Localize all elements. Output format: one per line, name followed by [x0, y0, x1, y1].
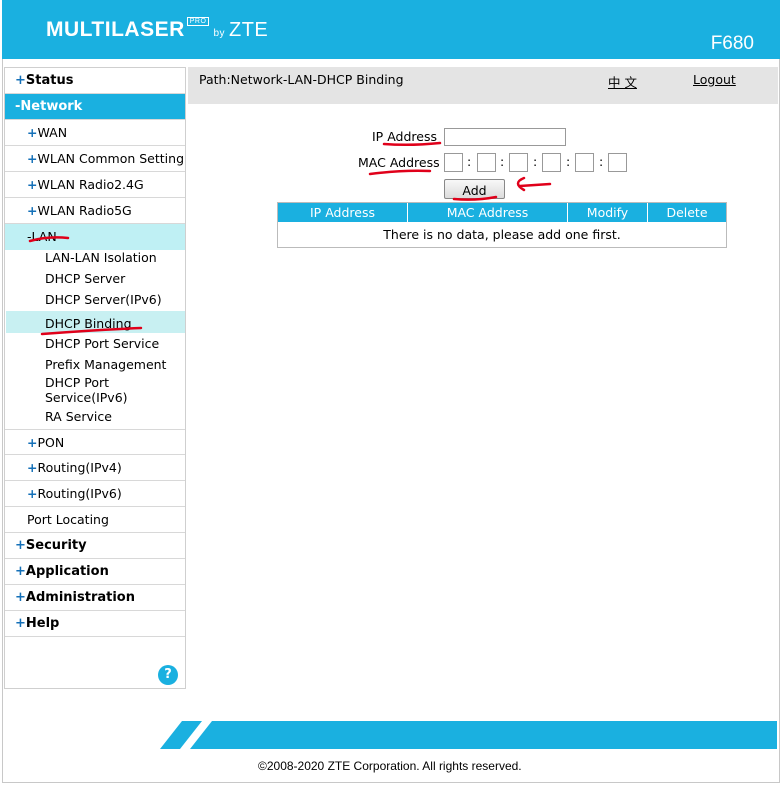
sidebar-item-routing-ipv4[interactable]: +Routing(IPv4) — [5, 455, 185, 481]
mac-separator: : — [533, 154, 538, 169]
mac-octet-1-input[interactable] — [444, 153, 463, 172]
mac-separator: : — [500, 154, 505, 169]
sidebar-item-wlan-radio-24g[interactable]: +WLAN Radio2.4G — [5, 172, 185, 198]
sidebar-item-port-locating[interactable]: Port Locating — [5, 507, 185, 533]
column-header-mac-address: MAC Address — [408, 203, 568, 222]
sidebar-item-status[interactable]: +Status — [5, 68, 185, 94]
sidebar-item-help[interactable]: +Help — [5, 611, 185, 637]
sidebar-item-wan[interactable]: +WAN — [5, 120, 185, 146]
sidebar-subitem-ra-service[interactable]: RA Service — [45, 409, 112, 424]
sidebar-subitem-prefix-management[interactable]: Prefix Management — [45, 357, 166, 372]
mac-octet-6-input[interactable] — [608, 153, 627, 172]
logout-link[interactable]: Logout — [693, 72, 736, 87]
mac-separator: : — [599, 154, 604, 169]
footer-band — [160, 721, 777, 749]
ip-address-input[interactable] — [444, 128, 566, 146]
mac-octet-2-input[interactable] — [477, 153, 496, 172]
add-button[interactable]: Add — [444, 179, 505, 199]
device-model: F680 — [710, 33, 754, 54]
sidebar-subitem-dhcp-binding[interactable]: DHCP Binding — [45, 316, 132, 331]
mac-address-label: MAC Address — [358, 155, 440, 170]
sidebar-item-wlan-radio-5g[interactable]: +WLAN Radio5G — [5, 198, 185, 224]
column-header-ip-address: IP Address — [278, 203, 408, 222]
mac-separator: : — [566, 154, 571, 169]
help-icon[interactable]: ? — [158, 665, 178, 685]
sidebar-item-wlan-common-setting[interactable]: +WLAN Common Setting — [5, 146, 185, 172]
sidebar-item-network[interactable]: -Network — [5, 94, 185, 120]
mac-octet-4-input[interactable] — [542, 153, 561, 172]
brand-logo: MULTILASER PROby ZTE — [46, 17, 269, 41]
sidebar-subitem-dhcp-server[interactable]: DHCP Server — [45, 271, 125, 286]
column-header-delete: Delete — [648, 203, 726, 222]
sidebar-item-pon[interactable]: +PON — [5, 429, 185, 455]
sidebar-item-administration[interactable]: +Administration — [5, 585, 185, 611]
sidebar-item-lan[interactable]: -LAN — [5, 224, 185, 250]
breadcrumb: Path:Network-LAN-DHCP Binding — [199, 72, 404, 87]
sidebar-item-security[interactable]: +Security — [5, 533, 185, 559]
ip-address-label: IP Address — [372, 129, 437, 144]
sidebar-subitem-dhcp-port-service-ipv6[interactable]: DHCP Port Service(IPv6) — [45, 375, 128, 405]
sidebar-subitem-lan-lan-isolation[interactable]: LAN-LAN Isolation — [45, 250, 157, 265]
path-bar: Path:Network-LAN-DHCP Binding 中 文 Logout — [188, 67, 778, 104]
sidebar-subitem-dhcp-server-ipv6[interactable]: DHCP Server(IPv6) — [45, 292, 162, 307]
mac-octet-3-input[interactable] — [509, 153, 528, 172]
copyright-text: ©2008-2020 ZTE Corporation. All rights r… — [258, 759, 522, 773]
language-switch-link[interactable]: 中 文 — [608, 72, 637, 91]
binding-table: IP Address MAC Address Modify Delete The… — [277, 202, 727, 248]
sidebar-subitem-dhcp-port-service[interactable]: DHCP Port Service — [45, 336, 159, 351]
column-header-modify: Modify — [568, 203, 648, 222]
sidebar-nav: +Status -Network +WAN +WLAN Common Setti… — [4, 67, 186, 689]
mac-octet-5-input[interactable] — [575, 153, 594, 172]
sidebar-item-routing-ipv6[interactable]: +Routing(IPv6) — [5, 481, 185, 507]
sidebar-item-application[interactable]: +Application — [5, 559, 185, 585]
empty-table-message: There is no data, please add one first. — [383, 227, 621, 242]
mac-separator: : — [467, 154, 472, 169]
header-banner: MULTILASER PROby ZTE F680 — [2, 0, 780, 59]
